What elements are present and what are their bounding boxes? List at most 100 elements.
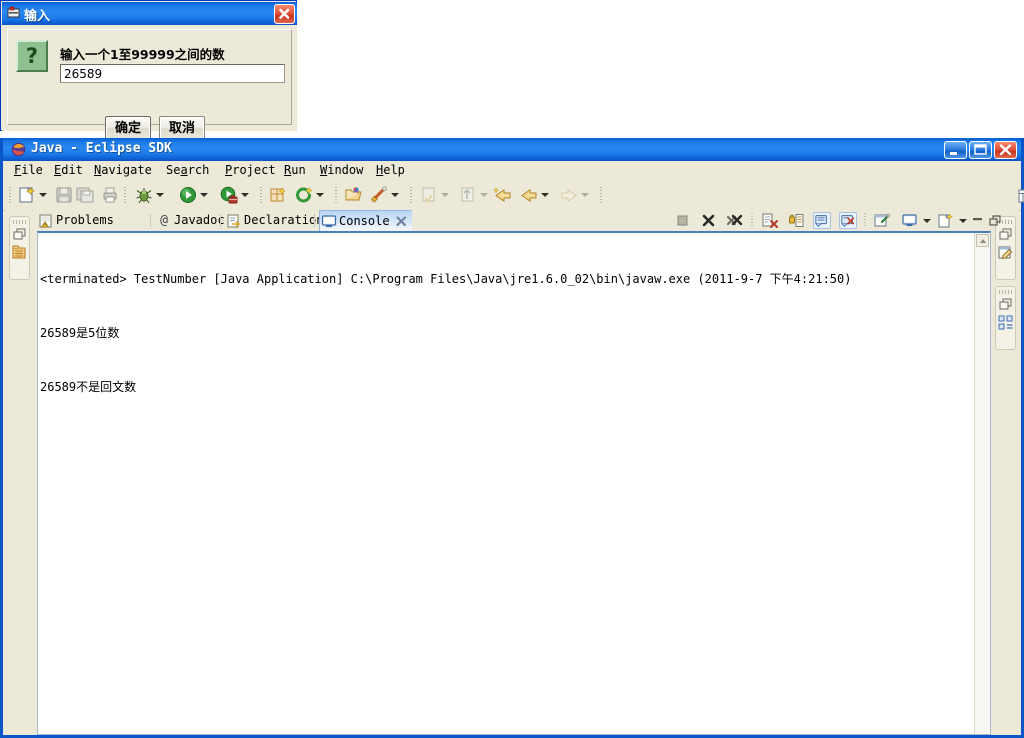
tab-declaration-label: Declaration xyxy=(244,213,324,227)
tab-separator xyxy=(150,214,151,227)
drag-handle-dots[interactable] xyxy=(13,220,26,224)
run-dropdown-arrow[interactable] xyxy=(200,193,207,198)
menu-help[interactable]: Help xyxy=(376,163,405,179)
drag-handle-dots[interactable] xyxy=(999,290,1012,294)
dialog-close-button[interactable] xyxy=(274,4,295,24)
menu-project[interactable]: Project xyxy=(225,163,276,179)
menu-bar: File Edit Navigate Search Project Run Wi… xyxy=(3,161,1021,181)
toolbar-separator xyxy=(864,213,866,228)
new-java-class-icon[interactable] xyxy=(294,185,314,205)
open-console-dropdown-arrow[interactable] xyxy=(959,219,966,224)
console-text: <terminated> TestNumber [Java Applicatio… xyxy=(40,234,974,734)
open-type-icon[interactable] xyxy=(344,185,364,205)
left-fastview-bar xyxy=(6,210,32,735)
console-scrollbar[interactable] xyxy=(974,233,990,734)
number-input[interactable] xyxy=(60,64,285,83)
toolbar-separator xyxy=(600,187,602,204)
new-wizard-dropdown-arrow[interactable] xyxy=(39,193,46,198)
question-icon: ? xyxy=(16,40,48,72)
maximize-button[interactable] xyxy=(969,141,992,159)
terminate-icon[interactable] xyxy=(674,212,692,229)
cancel-button[interactable]: 取消 xyxy=(159,116,205,140)
editor-icon[interactable] xyxy=(997,244,1014,261)
menu-navigate[interactable]: Navigate xyxy=(94,163,152,179)
debug-dropdown-arrow[interactable] xyxy=(156,193,163,198)
close-icon[interactable] xyxy=(395,214,408,227)
left-fastview-group xyxy=(9,216,30,280)
problems-icon xyxy=(38,213,54,229)
tab-problems[interactable]: Problems xyxy=(37,211,114,231)
menu-edit[interactable]: Edit xyxy=(54,163,83,179)
package-explorer-icon[interactable] xyxy=(11,244,28,261)
tab-separator xyxy=(220,214,221,227)
bottom-left-filler xyxy=(6,705,32,735)
next-annotation-dropdown-arrow[interactable] xyxy=(441,193,448,198)
console-icon xyxy=(321,213,337,229)
restore-icon[interactable] xyxy=(997,296,1014,313)
new-class-dropdown-arrow[interactable] xyxy=(316,193,323,198)
pin-console-icon[interactable] xyxy=(873,212,891,229)
search-icon[interactable] xyxy=(369,185,389,205)
dialog-titlebar[interactable]: 输入 xyxy=(2,2,297,25)
run-external-dropdown-arrow[interactable] xyxy=(241,193,248,198)
toolbar-separator xyxy=(335,187,337,204)
print-icon[interactable] xyxy=(100,185,120,205)
toolbar-separator xyxy=(260,187,262,204)
show-console-on-output-icon[interactable] xyxy=(813,212,831,229)
remove-launch-icon[interactable] xyxy=(700,212,718,229)
minimize-icon[interactable] xyxy=(969,212,987,229)
scroll-lock-icon[interactable] xyxy=(787,212,805,229)
javadoc-icon: @ xyxy=(160,213,168,228)
view-tab-row: Problems @ Javadoc Declaration Console xyxy=(33,210,1001,232)
tab-separator xyxy=(314,214,315,227)
last-edit-location-icon[interactable] xyxy=(493,185,513,205)
tab-console[interactable]: Console xyxy=(319,210,412,232)
maximize-icon[interactable] xyxy=(987,212,1005,229)
main-toolbar: Java xyxy=(3,181,1024,211)
save-icon[interactable] xyxy=(54,185,74,205)
dialog-title: 输入 xyxy=(24,9,51,24)
tab-javadoc[interactable]: @ Javadoc xyxy=(155,211,225,231)
console-output-panel[interactable]: <terminated> TestNumber [Java Applicatio… xyxy=(37,231,991,735)
display-console-dropdown-arrow[interactable] xyxy=(923,219,930,224)
open-console-icon[interactable] xyxy=(937,212,955,229)
dialog-prompt-label: 输入一个1至99999之间的数 xyxy=(60,47,225,62)
forward-dropdown-arrow[interactable] xyxy=(581,193,588,198)
ok-button[interactable]: 确定 xyxy=(105,116,151,140)
show-console-on-error-icon[interactable] xyxy=(839,212,857,229)
back-dropdown-arrow[interactable] xyxy=(541,193,548,198)
outline-icon[interactable] xyxy=(997,314,1014,331)
display-selected-console-icon[interactable] xyxy=(901,212,919,229)
console-toolbar xyxy=(661,210,1001,231)
menu-window[interactable]: Window xyxy=(320,163,363,179)
scroll-up-button[interactable] xyxy=(976,234,989,247)
eclipse-titlebar[interactable]: Java - Eclipse SDK xyxy=(3,138,1021,161)
right-fastview-group-outline xyxy=(995,286,1016,350)
close-button[interactable] xyxy=(994,141,1017,159)
tab-problems-label: Problems xyxy=(56,213,114,227)
menu-file[interactable]: File xyxy=(14,163,43,179)
minimize-button[interactable] xyxy=(944,141,967,159)
open-perspective-icon[interactable] xyxy=(1017,187,1024,205)
remove-all-terminated-icon[interactable] xyxy=(726,212,744,229)
tab-declaration[interactable]: Declaration xyxy=(225,211,323,231)
menu-run[interactable]: Run xyxy=(284,163,306,179)
run-external-tools-icon[interactable] xyxy=(219,185,239,205)
restore-icon[interactable] xyxy=(11,226,28,243)
new-wizard-icon[interactable] xyxy=(17,185,37,205)
run-icon[interactable] xyxy=(178,185,198,205)
debug-icon[interactable] xyxy=(134,185,154,205)
back-icon[interactable] xyxy=(519,185,539,205)
save-all-icon[interactable] xyxy=(75,185,95,205)
input-dialog: 输入 ? 输入一个1至99999之间的数 确定 取消 xyxy=(0,0,297,140)
clear-console-icon[interactable] xyxy=(761,212,779,229)
console-view: Problems @ Javadoc Declaration Console <… xyxy=(33,210,1001,735)
console-output-line: 26589是5位数 xyxy=(40,326,120,340)
menu-search[interactable]: Search xyxy=(166,163,209,179)
new-java-package-icon[interactable] xyxy=(268,185,288,205)
previous-annotation-icon[interactable] xyxy=(458,185,478,205)
search-dropdown-arrow[interactable] xyxy=(391,193,398,198)
next-annotation-icon[interactable] xyxy=(419,185,439,205)
forward-icon[interactable] xyxy=(559,185,579,205)
previous-annotation-dropdown-arrow[interactable] xyxy=(480,193,487,198)
